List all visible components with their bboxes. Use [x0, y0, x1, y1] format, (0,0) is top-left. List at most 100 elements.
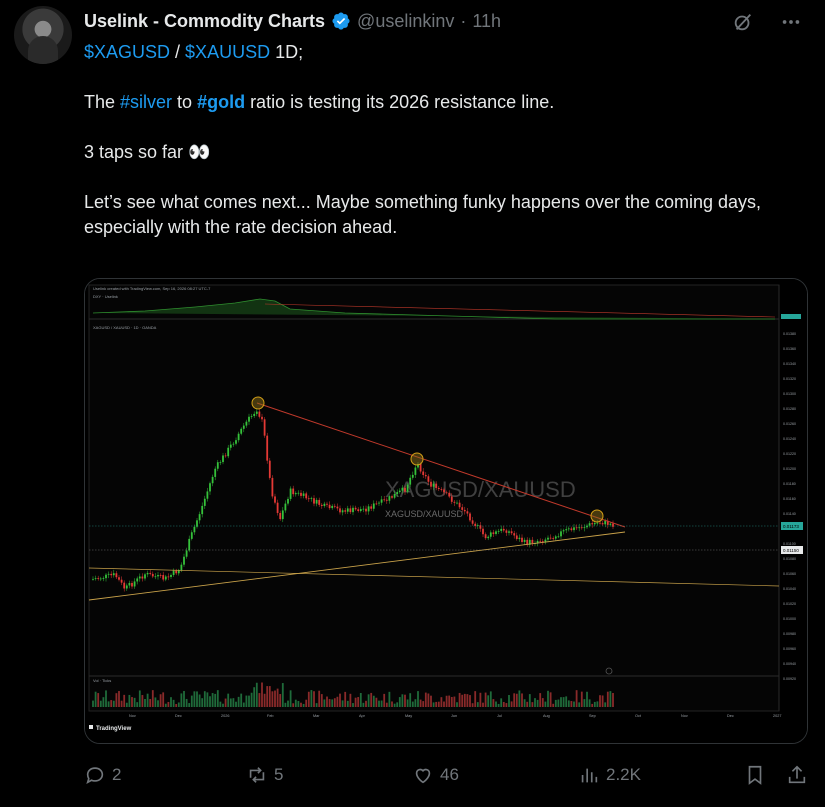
candle [502, 528, 505, 531]
hashtag-gold[interactable]: #gold [197, 92, 245, 112]
candle [570, 528, 573, 531]
candle [463, 509, 466, 512]
avatar[interactable] [14, 6, 72, 64]
candle [554, 536, 557, 539]
volume-bar [219, 701, 222, 707]
volume-bar [94, 691, 97, 707]
chart-image[interactable]: Uselink created with TradingView.com, Se… [84, 278, 808, 744]
like-button[interactable]: 46 [412, 764, 459, 786]
candle [110, 573, 113, 576]
volume-bar [97, 693, 100, 707]
volume-bar [375, 697, 378, 707]
volume-bar [435, 701, 438, 707]
more-options-icon[interactable] [779, 10, 803, 34]
candle [357, 509, 360, 512]
candle [562, 530, 565, 532]
volume-bar [367, 694, 370, 707]
volume-bar [430, 695, 432, 707]
candle [513, 533, 516, 536]
volume-bar [544, 701, 547, 707]
volume-bar [164, 703, 167, 707]
repost-icon [249, 767, 265, 783]
timestamp[interactable]: 11h [472, 11, 501, 32]
top-panel-price-tag [781, 314, 801, 319]
candle [326, 503, 328, 505]
display-name[interactable]: Uselink - Commodity Charts [84, 11, 325, 32]
volume-bar [141, 695, 144, 707]
volume-bar [365, 700, 367, 707]
tradingview-label: TradingView [96, 726, 132, 732]
candle [123, 582, 126, 589]
candle [573, 527, 575, 531]
time-scale: Nov Dec 2026 Feb Mar Apr May Jun Jul Aug Sep Oct Nov… [129, 714, 781, 718]
candle [453, 501, 456, 503]
price-tick-label: 0.01140 [783, 512, 796, 516]
candle [391, 496, 393, 498]
volume-bar [489, 691, 492, 707]
volume-bar [570, 701, 573, 707]
candle [261, 416, 263, 420]
price-tick-label: 0.01160 [783, 497, 796, 501]
volume-bar [401, 694, 404, 707]
candle [565, 529, 568, 531]
volume-bar [515, 693, 518, 707]
volume-bar [162, 692, 165, 707]
volume-bar [557, 699, 560, 707]
volume-bar [276, 688, 279, 707]
tradingview-chart: Uselink created with TradingView.com, Se… [85, 279, 807, 743]
volume-bar [453, 696, 456, 707]
grok-icon[interactable] [731, 10, 755, 34]
price-tick-label: 0.00940 [783, 662, 796, 666]
time-tick-label: Dec [175, 714, 182, 718]
views-button[interactable]: 2.2K [578, 764, 641, 786]
cashtag-xagusd[interactable]: $XAGUSD [84, 42, 170, 62]
candle [172, 570, 175, 575]
candle [320, 504, 323, 506]
tweet-line-ratio: The #silver to #gold ratio is testing it… [84, 90, 804, 115]
candle [157, 575, 159, 577]
reply-button[interactable]: 2 [84, 764, 121, 786]
repost-count: 5 [274, 765, 284, 784]
hashtag-silver[interactable]: #silver [120, 92, 172, 112]
price-tick-label: 0.01060 [783, 572, 796, 576]
handle[interactable]: @uselinkinv [357, 11, 454, 32]
price-tick-label: 0.01260 [783, 422, 796, 426]
volume-bar [266, 686, 269, 707]
volume-bar [378, 700, 380, 707]
volume-bar [125, 702, 128, 707]
volume-bar [560, 697, 562, 707]
volume-bar [279, 694, 282, 707]
candle [591, 523, 594, 525]
volume-bar [123, 694, 126, 707]
candle [141, 576, 144, 579]
candle [479, 525, 482, 529]
volume-bar [105, 690, 107, 707]
volume-bar [274, 690, 276, 707]
volume-bar [307, 691, 310, 707]
price-tick-label: 0.01100 [783, 542, 796, 546]
candle [487, 536, 490, 539]
price-tick-label: 0.00920 [783, 677, 796, 681]
candle [245, 421, 248, 426]
volume-bar [138, 690, 141, 707]
volume-bar [549, 692, 552, 707]
candle [461, 507, 464, 510]
candle [154, 576, 157, 578]
repost-button[interactable]: 5 [246, 764, 283, 786]
share-button[interactable] [786, 764, 808, 786]
candle [112, 573, 115, 576]
cashtag-xauusd[interactable]: $XAUUSD [185, 42, 270, 62]
candle [328, 504, 331, 509]
candle [177, 570, 180, 574]
chart-header-text: Uselink created with TradingView.com, Se… [93, 286, 211, 291]
price-tick-label: 0.01000 [783, 617, 796, 621]
bookmark-button[interactable] [744, 764, 766, 786]
volume-bar [326, 696, 328, 707]
volume-bar [471, 703, 474, 707]
volume-bar [250, 692, 253, 707]
candle [601, 523, 604, 525]
volume-bar [414, 699, 417, 707]
volume-bar [110, 700, 113, 707]
volume-bar [289, 690, 292, 707]
price-tick-label: 0.01040 [783, 587, 796, 591]
